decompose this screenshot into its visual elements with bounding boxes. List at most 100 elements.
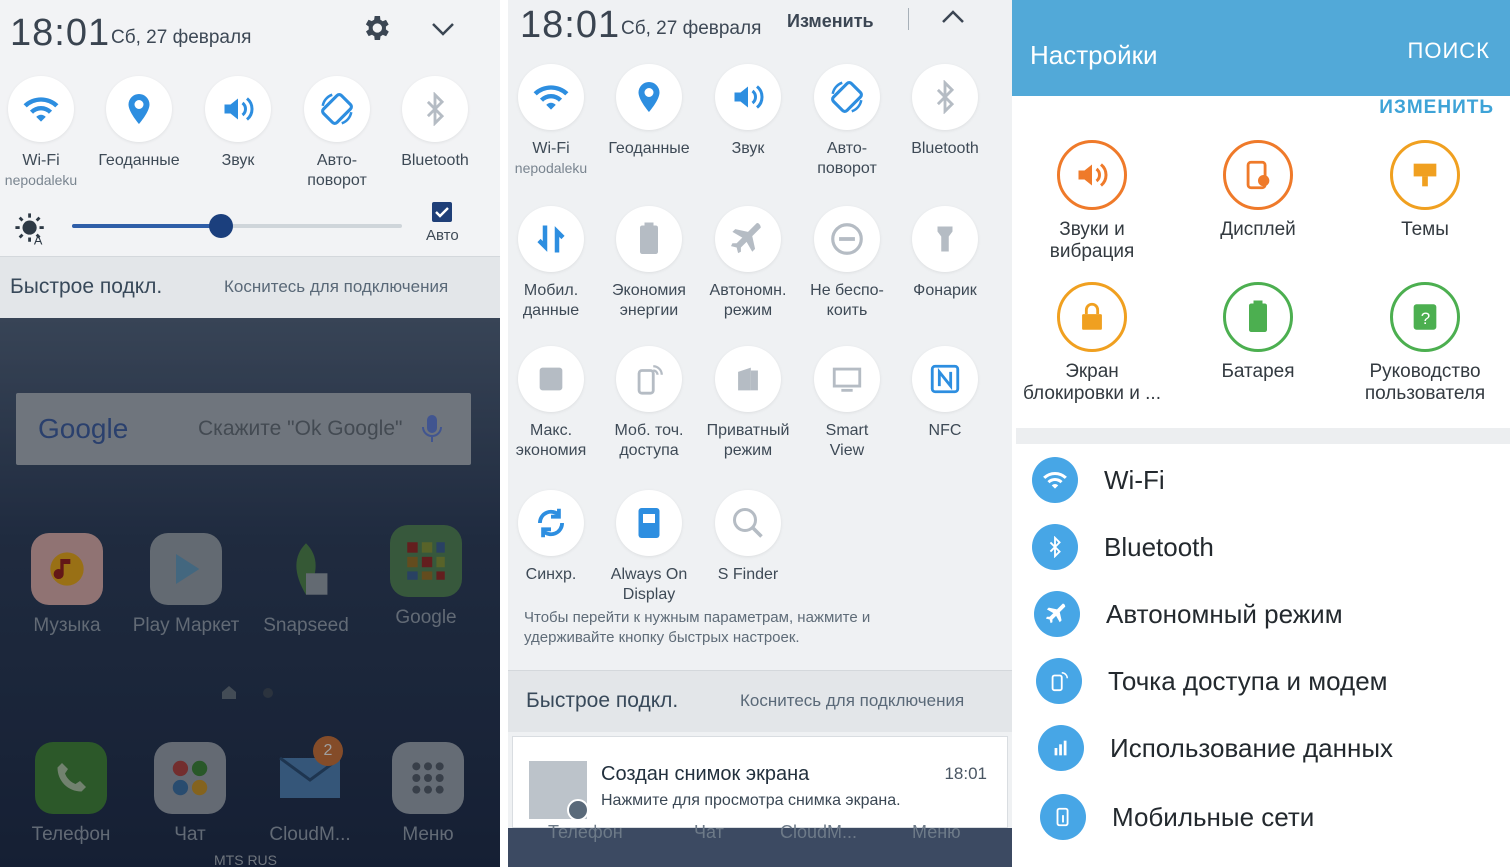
tile-bluetooth[interactable]: Bluetooth <box>386 76 484 171</box>
tile-location[interactable]: Геоданные <box>600 64 698 159</box>
tile-finder[interactable]: S Finder <box>699 490 797 585</box>
notification-time: 18:01 <box>944 764 987 783</box>
tile-private[interactable]: Приватный режим <box>699 346 797 461</box>
wifi-icon <box>8 76 74 142</box>
date: Сб, 27 февраля <box>111 27 252 48</box>
max-save-icon <box>518 346 584 412</box>
display-icon <box>1223 140 1293 210</box>
tile-rotate[interactable]: Авто- поворот <box>798 64 896 179</box>
settings-header: Настройки ПОИСК <box>1012 0 1510 96</box>
settings-row-bluetooth[interactable]: Bluetooth <box>1032 522 1502 572</box>
clock: 18:01 <box>520 4 621 46</box>
settings-row-airplane[interactable]: Автономный режим <box>1034 589 1504 639</box>
nfc-icon <box>912 346 978 412</box>
tile-label: Автономн. режим <box>709 282 787 319</box>
tile-airplane[interactable]: Автономн. режим <box>699 206 797 321</box>
screenshot-notification[interactable]: Создан снимок экрана Нажмите для просмот… <box>512 736 1008 828</box>
quick-connect-hint: Коснитесь для подключения <box>740 691 965 710</box>
tile-label: Звук <box>221 152 255 169</box>
tile-battery-save[interactable]: Экономия энергии <box>600 206 698 321</box>
tile-label: Мобил. данные <box>522 282 580 319</box>
tile-smart-view[interactable]: Smart View <box>798 346 896 461</box>
settings-shortcut-lock-screen[interactable]: Экран блокировки и ... <box>1012 282 1172 405</box>
screenshot-thumbnail <box>529 761 589 821</box>
tile-location[interactable]: Геоданные <box>90 76 188 171</box>
tile-max-save[interactable]: Макс. экономия <box>508 346 600 461</box>
tile-sound[interactable]: Звук <box>189 76 287 171</box>
settings-shortcut-user-manual[interactable]: ? Руководство пользователя <box>1345 282 1505 405</box>
settings-shortcut-sound-vibration[interactable]: Звуки и вибрация <box>1012 140 1172 263</box>
quick-connect-bar[interactable]: Быстрое подкл. Коснитесь для подключения <box>0 256 500 318</box>
tile-label: Bluetooth <box>911 140 979 157</box>
brightness-thumb[interactable] <box>208 214 233 238</box>
gear-icon[interactable] <box>360 12 392 49</box>
edit-button[interactable]: Изменить <box>787 11 874 32</box>
finder-icon <box>715 490 781 556</box>
shortcut-label: Дисплей <box>1220 219 1296 240</box>
tile-wifi[interactable]: Wi-Fi nepodaleku <box>0 76 90 189</box>
tile-label: Bluetooth <box>401 152 469 169</box>
tile-bluetooth[interactable]: Bluetooth <box>896 64 994 159</box>
tile-wifi[interactable]: Wi-Fi nepodaleku <box>508 64 600 177</box>
bluetooth-icon <box>1032 524 1078 570</box>
brightness-fill <box>72 224 221 228</box>
shortcut-label: Батарея <box>1221 361 1295 382</box>
always-on-icon <box>616 490 682 556</box>
brightness-icon: A <box>14 212 48 251</box>
dock-label: Меню <box>912 822 961 842</box>
edit-button[interactable]: ИЗМЕНИТЬ <box>1379 97 1494 119</box>
date: Сб, 27 февраля <box>621 18 762 39</box>
tile-nfc[interactable]: NFC <box>896 346 994 441</box>
chevron-down-icon[interactable] <box>428 14 458 49</box>
location-icon <box>616 64 682 130</box>
quick-connect-bar[interactable]: Быстрое подкл. Коснитесь для подключения <box>508 670 1012 732</box>
tile-sound[interactable]: Звук <box>699 64 797 159</box>
wifi-icon <box>1032 457 1078 503</box>
shortcut-label: Темы <box>1401 219 1449 240</box>
data-usage-icon <box>1038 725 1084 771</box>
settings-shortcut-themes[interactable]: Темы <box>1345 140 1505 241</box>
tile-label: Always On Display <box>610 566 688 603</box>
settings-shortcut-battery[interactable]: Батарея <box>1178 282 1338 383</box>
notification-title: Создан снимок экрана <box>601 763 810 785</box>
shortcut-label: Руководство пользователя <box>1364 361 1486 404</box>
tile-sublabel: nepodaleku <box>4 172 78 188</box>
auto-brightness-checkbox[interactable] <box>432 202 452 222</box>
settings-row-data-usage[interactable]: Использование данных <box>1038 723 1508 773</box>
dock-label: CloudM... <box>780 822 858 842</box>
tile-flashlight[interactable]: Фонарик <box>896 206 994 301</box>
search-button[interactable]: ПОИСК <box>1408 38 1490 64</box>
brightness-slider[interactable] <box>72 214 402 238</box>
divider <box>908 8 909 30</box>
battery-save-icon <box>616 206 682 272</box>
svg-text:?: ? <box>1421 309 1430 328</box>
tile-dnd[interactable]: Не беспо- коить <box>798 206 896 321</box>
airplane-icon <box>715 206 781 272</box>
tile-always-on[interactable]: Always On Display <box>600 490 698 605</box>
flashlight-icon <box>912 206 978 272</box>
shortcut-label: Звуки и вибрация <box>1049 219 1135 262</box>
tile-sync[interactable]: Синхр. <box>508 490 600 585</box>
battery-icon <box>1223 282 1293 352</box>
tile-label: Геоданные <box>98 152 180 169</box>
rotate-icon <box>304 76 370 142</box>
airplane-icon <box>1034 591 1080 637</box>
tile-rotate[interactable]: Авто- поворот <box>288 76 386 191</box>
settings-row-label: Wi-Fi <box>1104 464 1165 495</box>
tile-sublabel: nepodaleku <box>514 160 588 176</box>
settings-row-label: Мобильные сети <box>1112 801 1315 832</box>
shortcut-label: Экран блокировки и ... <box>1023 361 1161 404</box>
section-divider <box>1016 428 1510 444</box>
hotspot-icon <box>616 346 682 412</box>
notification-body: Нажмите для просмотра снимка экрана. <box>601 792 901 809</box>
settings-row-hotspot[interactable]: Точка доступа и модем <box>1036 656 1506 706</box>
tile-mobile-data[interactable]: Мобил. данные <box>508 206 600 321</box>
settings-row-mobile-networks[interactable]: Мобильные сети <box>1040 792 1510 842</box>
settings-row-wifi[interactable]: Wi-Fi <box>1032 455 1502 505</box>
settings-shortcut-display[interactable]: Дисплей <box>1178 140 1338 241</box>
tile-hotspot[interactable]: Моб. точ. доступа <box>600 346 698 461</box>
chevron-up-icon[interactable] <box>938 2 968 37</box>
sound-vibration-icon <box>1057 140 1127 210</box>
settings-screen: Настройки ПОИСК ИЗМЕНИТЬ Звуки и вибраци… <box>1012 0 1510 867</box>
tile-label: Фонарик <box>913 282 977 299</box>
